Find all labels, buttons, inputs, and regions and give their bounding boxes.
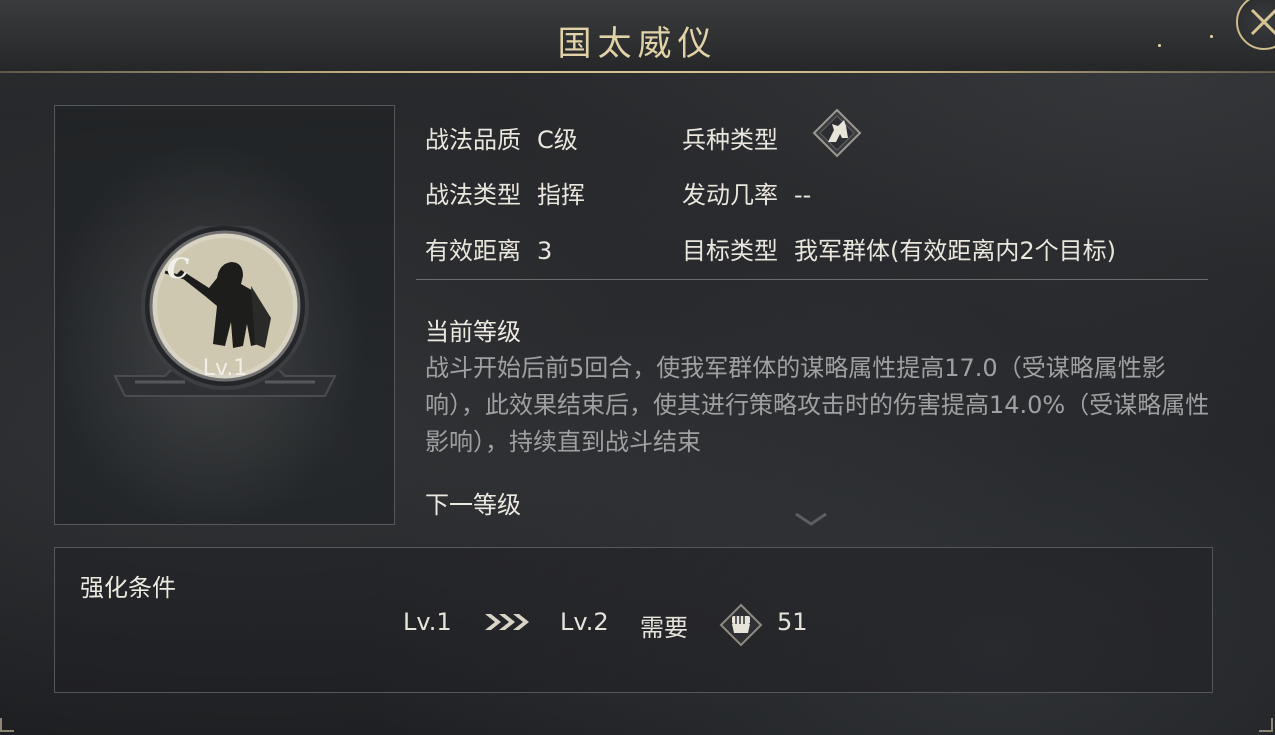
range-label: 有效距离 <box>425 237 521 265</box>
fist-icon <box>719 603 763 647</box>
troop-type-row: 兵种类型 <box>682 120 778 155</box>
from-level: Lv.1 <box>403 608 452 636</box>
range-value: 3 <box>537 237 553 265</box>
upgrade-cost-value: 51 <box>777 608 808 636</box>
next-level-title: 下一等级 <box>425 491 521 519</box>
target-label: 目标类型 <box>682 237 778 265</box>
chance-value: -- <box>794 181 812 209</box>
chance-label: 发动几率 <box>682 181 778 209</box>
type-value: 指挥 <box>537 181 585 209</box>
page-title: 国太威仪 <box>557 24 718 64</box>
skill-detail-screen: 国太威仪 C Lv.1 战法品质 C级 兵种类型 战法类型 指挥 发动几率 --… <box>0 0 1275 735</box>
chance-row: 发动几率 -- <box>682 175 811 210</box>
upgrade-title: 强化条件 <box>80 574 176 602</box>
type-label: 战法类型 <box>425 181 521 209</box>
header-divider <box>0 71 1275 73</box>
close-icon <box>1250 8 1275 36</box>
current-level-description: 战斗开始后前5回合，使我军群体的谋略属性提高17.0（受谋略属性影响），此效果结… <box>425 354 1210 456</box>
quality-value: C级 <box>537 126 578 154</box>
to-level: Lv.2 <box>560 608 609 636</box>
sparkle-decoration <box>1210 35 1213 38</box>
cavalry-horse-icon[interactable] <box>812 108 862 158</box>
skill-emblem-icon <box>113 226 337 397</box>
corner-ornament <box>1259 718 1273 732</box>
quality-label: 战法品质 <box>425 126 521 154</box>
target-value: 我军群体(有效距离内2个目标) <box>794 237 1116 265</box>
triple-arrow-icon <box>485 614 529 630</box>
skill-level-label: Lv.1 <box>202 356 248 381</box>
troop-type-label: 兵种类型 <box>682 126 778 154</box>
quality-row: 战法品质 C级 <box>425 120 578 155</box>
type-row: 战法类型 指挥 <box>425 175 585 210</box>
chevron-down-icon[interactable] <box>794 512 828 528</box>
sparkle-decoration <box>1158 44 1161 47</box>
upgrade-panel: 强化条件 Lv.1 Lv.2 需要 51 <box>54 547 1213 693</box>
info-divider <box>416 279 1208 280</box>
need-label: 需要 <box>640 614 688 642</box>
corner-ornament <box>0 718 14 732</box>
range-row: 有效距离 3 <box>425 231 552 266</box>
skill-grade-letter: C <box>167 252 190 285</box>
current-level-title: 当前等级 <box>425 318 521 346</box>
target-row: 目标类型 我军群体(有效距离内2个目标) <box>682 231 1116 266</box>
skill-emblem-panel: C Lv.1 <box>54 105 395 525</box>
